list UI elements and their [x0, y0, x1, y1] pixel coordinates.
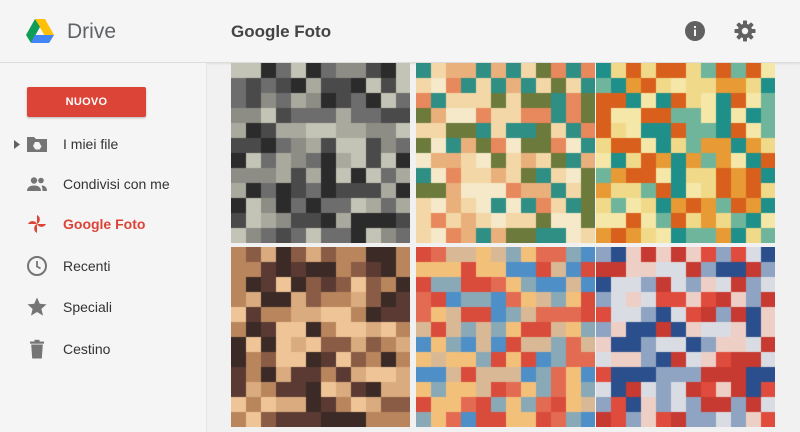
new-button[interactable]: NUOVO — [27, 87, 146, 117]
sidebar-item-google-photos[interactable]: Google Foto — [0, 205, 206, 245]
trash-icon — [30, 339, 44, 359]
drive-logo-icon — [26, 19, 54, 43]
sidebar-item-trash[interactable]: Cestino — [0, 330, 206, 370]
photo-grid — [207, 63, 800, 432]
people-icon — [27, 177, 47, 191]
info-button[interactable] — [683, 19, 707, 43]
photo-image — [416, 63, 595, 243]
photo-thumbnail[interactable] — [596, 247, 775, 427]
photo-image — [231, 247, 410, 427]
sidebar-item-label: Condivisi con me — [63, 176, 170, 192]
photo-thumbnail[interactable] — [231, 63, 410, 243]
photo-image — [596, 63, 775, 243]
page-title: Google Foto — [231, 22, 332, 41]
photo-image — [596, 247, 775, 427]
google-photos-icon — [28, 215, 46, 233]
photo-thumbnail[interactable] — [416, 247, 595, 427]
photo-thumbnail[interactable] — [231, 247, 410, 427]
sidebar-item-label: Cestino — [63, 341, 111, 357]
sidebar-item-label: Speciali — [63, 299, 113, 315]
sidebar-item-label: I miei file — [63, 136, 119, 152]
sidebar-item-recent[interactable]: Recenti — [0, 247, 206, 287]
gear-icon — [734, 20, 756, 42]
photo-thumbnail[interactable] — [596, 63, 775, 243]
star-icon — [27, 297, 47, 316]
sidebar-item-label: Google Foto — [63, 216, 146, 232]
sidebar-item-shared[interactable]: Condivisi con me — [0, 165, 206, 205]
info-icon — [685, 21, 705, 41]
drive-folder-icon — [27, 137, 47, 152]
clock-icon — [27, 256, 47, 276]
sidebar: NUOVO I miei file Condivisi con me Googl… — [0, 63, 207, 432]
sidebar-item-label: Recenti — [63, 258, 111, 274]
photo-image — [231, 63, 410, 243]
photo-image — [416, 247, 595, 427]
photo-thumbnail[interactable] — [416, 63, 595, 243]
settings-button[interactable] — [733, 19, 757, 43]
sidebar-item-my-files[interactable]: I miei file — [0, 125, 206, 165]
expand-arrow-icon[interactable] — [14, 140, 20, 149]
app-name: Drive — [67, 20, 117, 43]
top-bar: Drive Google Foto — [0, 0, 800, 63]
sidebar-item-starred[interactable]: Speciali — [0, 288, 206, 328]
